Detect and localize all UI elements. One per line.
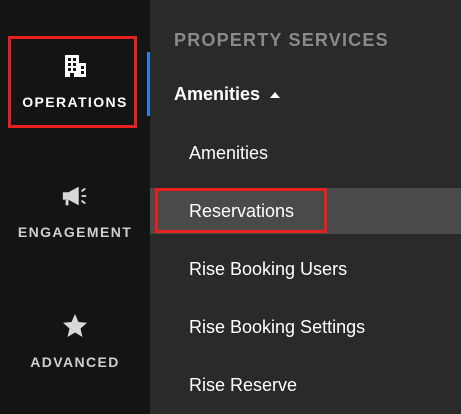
nav-item-label: ENGAGEMENT — [17, 224, 133, 240]
caret-up-icon — [270, 91, 281, 98]
menu-item-rise-booking-users[interactable]: Rise Booking Users — [150, 246, 461, 292]
app-root: OPERATIONS ENGAGEMENT ADVANCED PROPERTY … — [0, 0, 461, 414]
menu-item-label: Rise Reserve — [189, 374, 298, 395]
nav-item-engagement[interactable]: ENGAGEMENT — [0, 182, 150, 240]
megaphone-icon — [61, 182, 89, 210]
menu-item-label: Rise Booking Users — [189, 258, 348, 279]
submenu-panel: PROPERTY SERVICES Amenities Amenities Re… — [150, 0, 461, 414]
main-nav-rail: OPERATIONS ENGAGEMENT ADVANCED — [0, 0, 150, 414]
star-icon — [61, 312, 89, 340]
menu-item-amenities[interactable]: Amenities — [150, 130, 461, 176]
amenities-group-toggle[interactable]: Amenities — [174, 84, 281, 105]
section-title: PROPERTY SERVICES — [174, 30, 389, 50]
nav-item-label: ADVANCED — [30, 354, 120, 370]
group-header-label: Amenities — [174, 84, 261, 104]
nav-item-label: OPERATIONS — [22, 94, 128, 110]
menu-item-rise-reserve[interactable]: Rise Reserve — [150, 362, 461, 408]
nav-item-operations[interactable]: OPERATIONS — [0, 52, 150, 110]
menu-item-label: Rise Booking Settings — [189, 316, 366, 337]
menu-item-label: Amenities — [189, 142, 269, 163]
building-icon — [61, 52, 89, 80]
menu-item-label: Reservations — [189, 200, 295, 221]
menu-item-rise-booking-settings[interactable]: Rise Booking Settings — [150, 304, 461, 350]
nav-item-advanced[interactable]: ADVANCED — [0, 312, 150, 370]
menu-item-reservations[interactable]: Reservations — [150, 188, 461, 234]
